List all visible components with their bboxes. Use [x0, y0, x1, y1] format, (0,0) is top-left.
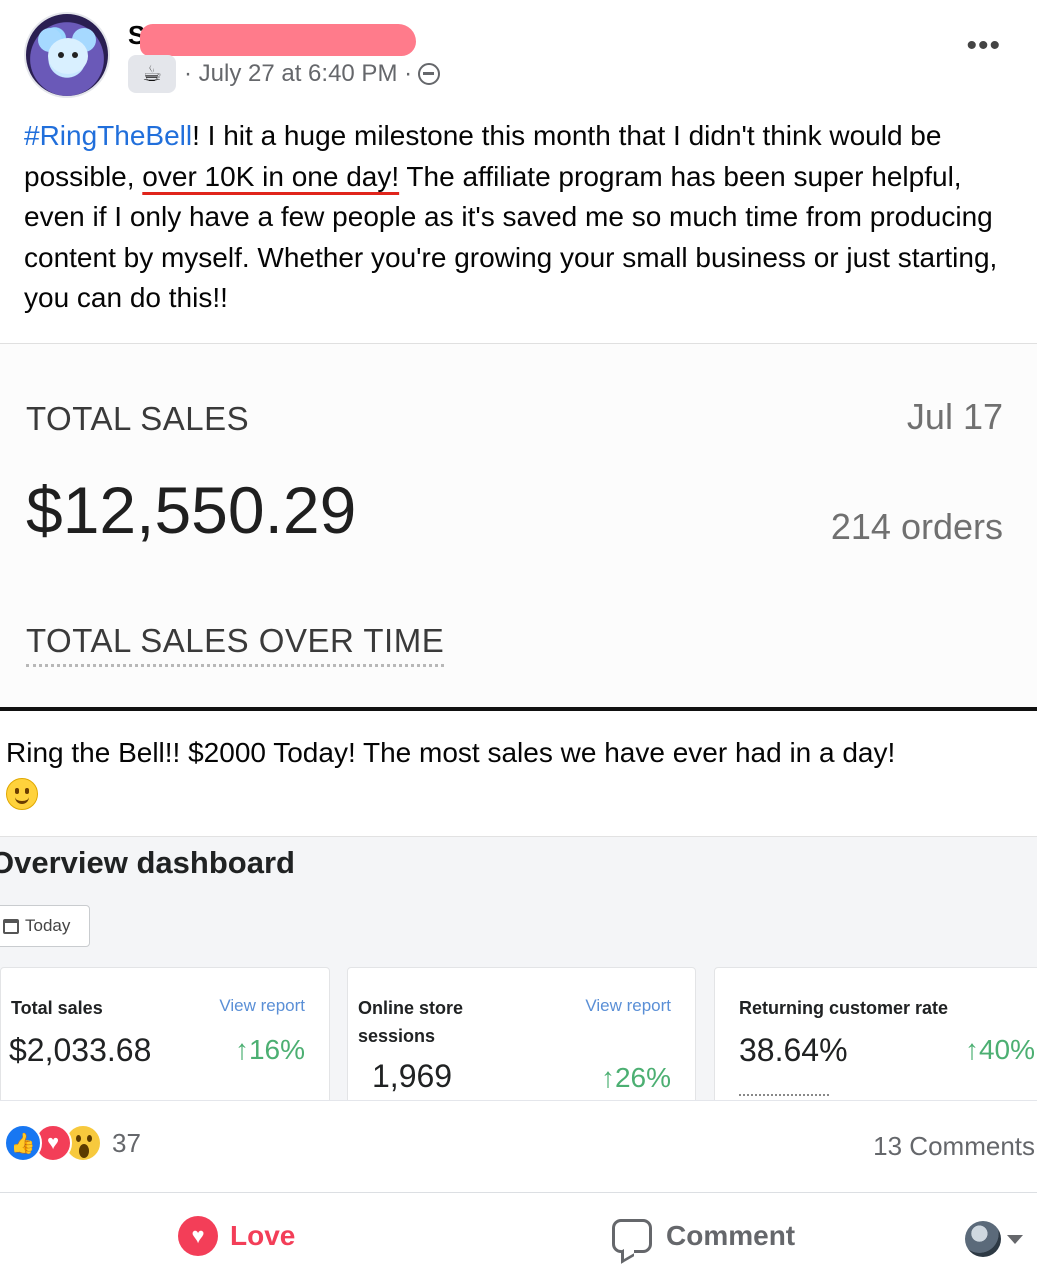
metric-value: 1,969 — [372, 1058, 453, 1094]
post-meta: ☕ · July 27 at 6:40 PM · — [128, 55, 441, 93]
post-timestamp[interactable]: · July 27 at 6:40 PM · — [184, 60, 412, 88]
globe-icon — [418, 63, 441, 85]
orders-count: 214 orders — [830, 506, 1003, 547]
view-report-link: View report — [219, 996, 305, 1015]
dashboard-title: Overview dashboard — [0, 845, 295, 880]
comment-button[interactable]: Comment — [612, 1213, 795, 1259]
comments-count-link[interactable]: 13 Comments — [873, 1131, 1035, 1162]
metric-value: $2,033.68 — [9, 1032, 152, 1068]
metric-title: Online store sessions — [358, 998, 464, 1046]
second-post-caption: Ring the Bell!! $2000 Today! The most sa… — [6, 732, 1026, 816]
avatar-face — [48, 38, 88, 74]
date-filter-button: Today — [0, 905, 90, 947]
post-actions-bar: ♥ Love Comment — [0, 1192, 1037, 1278]
coffee-cup-icon[interactable]: ☕ — [128, 55, 176, 93]
avatar-eye-left — [58, 52, 64, 58]
more-options-icon[interactable]: ••• — [966, 31, 1001, 61]
wow-eye-left — [76, 1135, 81, 1142]
metric-title: Returning customer rate — [739, 998, 949, 1018]
like-reaction-icon: 👍 — [4, 1124, 42, 1162]
date-filter-label: Today — [25, 916, 71, 935]
metric-change: ↑26% — [600, 1062, 671, 1093]
avatar-eye-right — [72, 52, 78, 58]
total-sales-screenshot[interactable]: TOTAL SALES Jul 17 $12,550.29 214 orders… — [0, 343, 1037, 709]
wow-eye-right — [87, 1135, 92, 1142]
metric-card-total-sales: Total sales View report $2,033.68 ↑16% — [0, 967, 330, 1100]
name-redaction — [140, 24, 416, 56]
profile-avatar-small — [965, 1221, 1001, 1257]
react-as-selector[interactable] — [965, 1221, 1023, 1257]
reaction-icons[interactable]: 👍 ♥ 37 — [4, 1123, 141, 1163]
post-header: S ☕ · July 27 at 6:40 PM · ••• — [0, 0, 1037, 110]
total-sales-label: TOTAL SALES — [26, 400, 250, 437]
love-button[interactable]: ♥ Love — [178, 1213, 295, 1259]
heart-icon: ♥ — [178, 1216, 218, 1256]
metric-value: 38.64% — [739, 1032, 848, 1068]
image-divider — [0, 707, 1037, 711]
metric-change: ↑40% — [964, 1034, 1035, 1065]
love-button-label: Love — [230, 1220, 296, 1251]
post-body-text: #RingTheBell! I hit a huge milestone thi… — [24, 116, 1024, 319]
total-sales-over-time-label: TOTAL SALES OVER TIME — [26, 622, 445, 667]
hashtag-link[interactable]: #RingTheBell — [24, 120, 192, 151]
author-avatar[interactable] — [24, 12, 110, 98]
metric-card-returning-customer-rate: Returning customer rate 38.64% ↑40% — [714, 967, 1037, 1100]
calendar-icon — [3, 918, 19, 934]
chevron-down-icon — [1007, 1234, 1023, 1244]
view-report-link: View report — [585, 996, 671, 1015]
overview-dashboard-screenshot[interactable]: Overview dashboard Today Total sales Vie… — [0, 836, 1037, 1100]
metric-title: Total sales — [11, 998, 103, 1018]
comment-bubble-icon — [612, 1219, 652, 1253]
smiley-emoji-icon — [6, 778, 38, 810]
wow-mouth — [79, 1144, 89, 1158]
total-sales-value: $12,550.29 — [26, 473, 357, 547]
post-text-highlight: over 10K in one day! — [142, 160, 400, 192]
metric-change: ↑16% — [234, 1034, 305, 1065]
dotted-underline — [739, 1094, 829, 1096]
second-post-caption-text: Ring the Bell!! $2000 Today! The most sa… — [6, 737, 896, 768]
metric-card-online-store-sessions: Online store sessions View report 1,969 … — [347, 967, 696, 1100]
reactions-summary: 👍 ♥ 37 13 Comments — [0, 1100, 1037, 1192]
reaction-count[interactable]: 37 — [112, 1128, 141, 1159]
total-sales-date: Jul 17 — [906, 396, 1003, 437]
comment-button-label: Comment — [666, 1220, 796, 1251]
